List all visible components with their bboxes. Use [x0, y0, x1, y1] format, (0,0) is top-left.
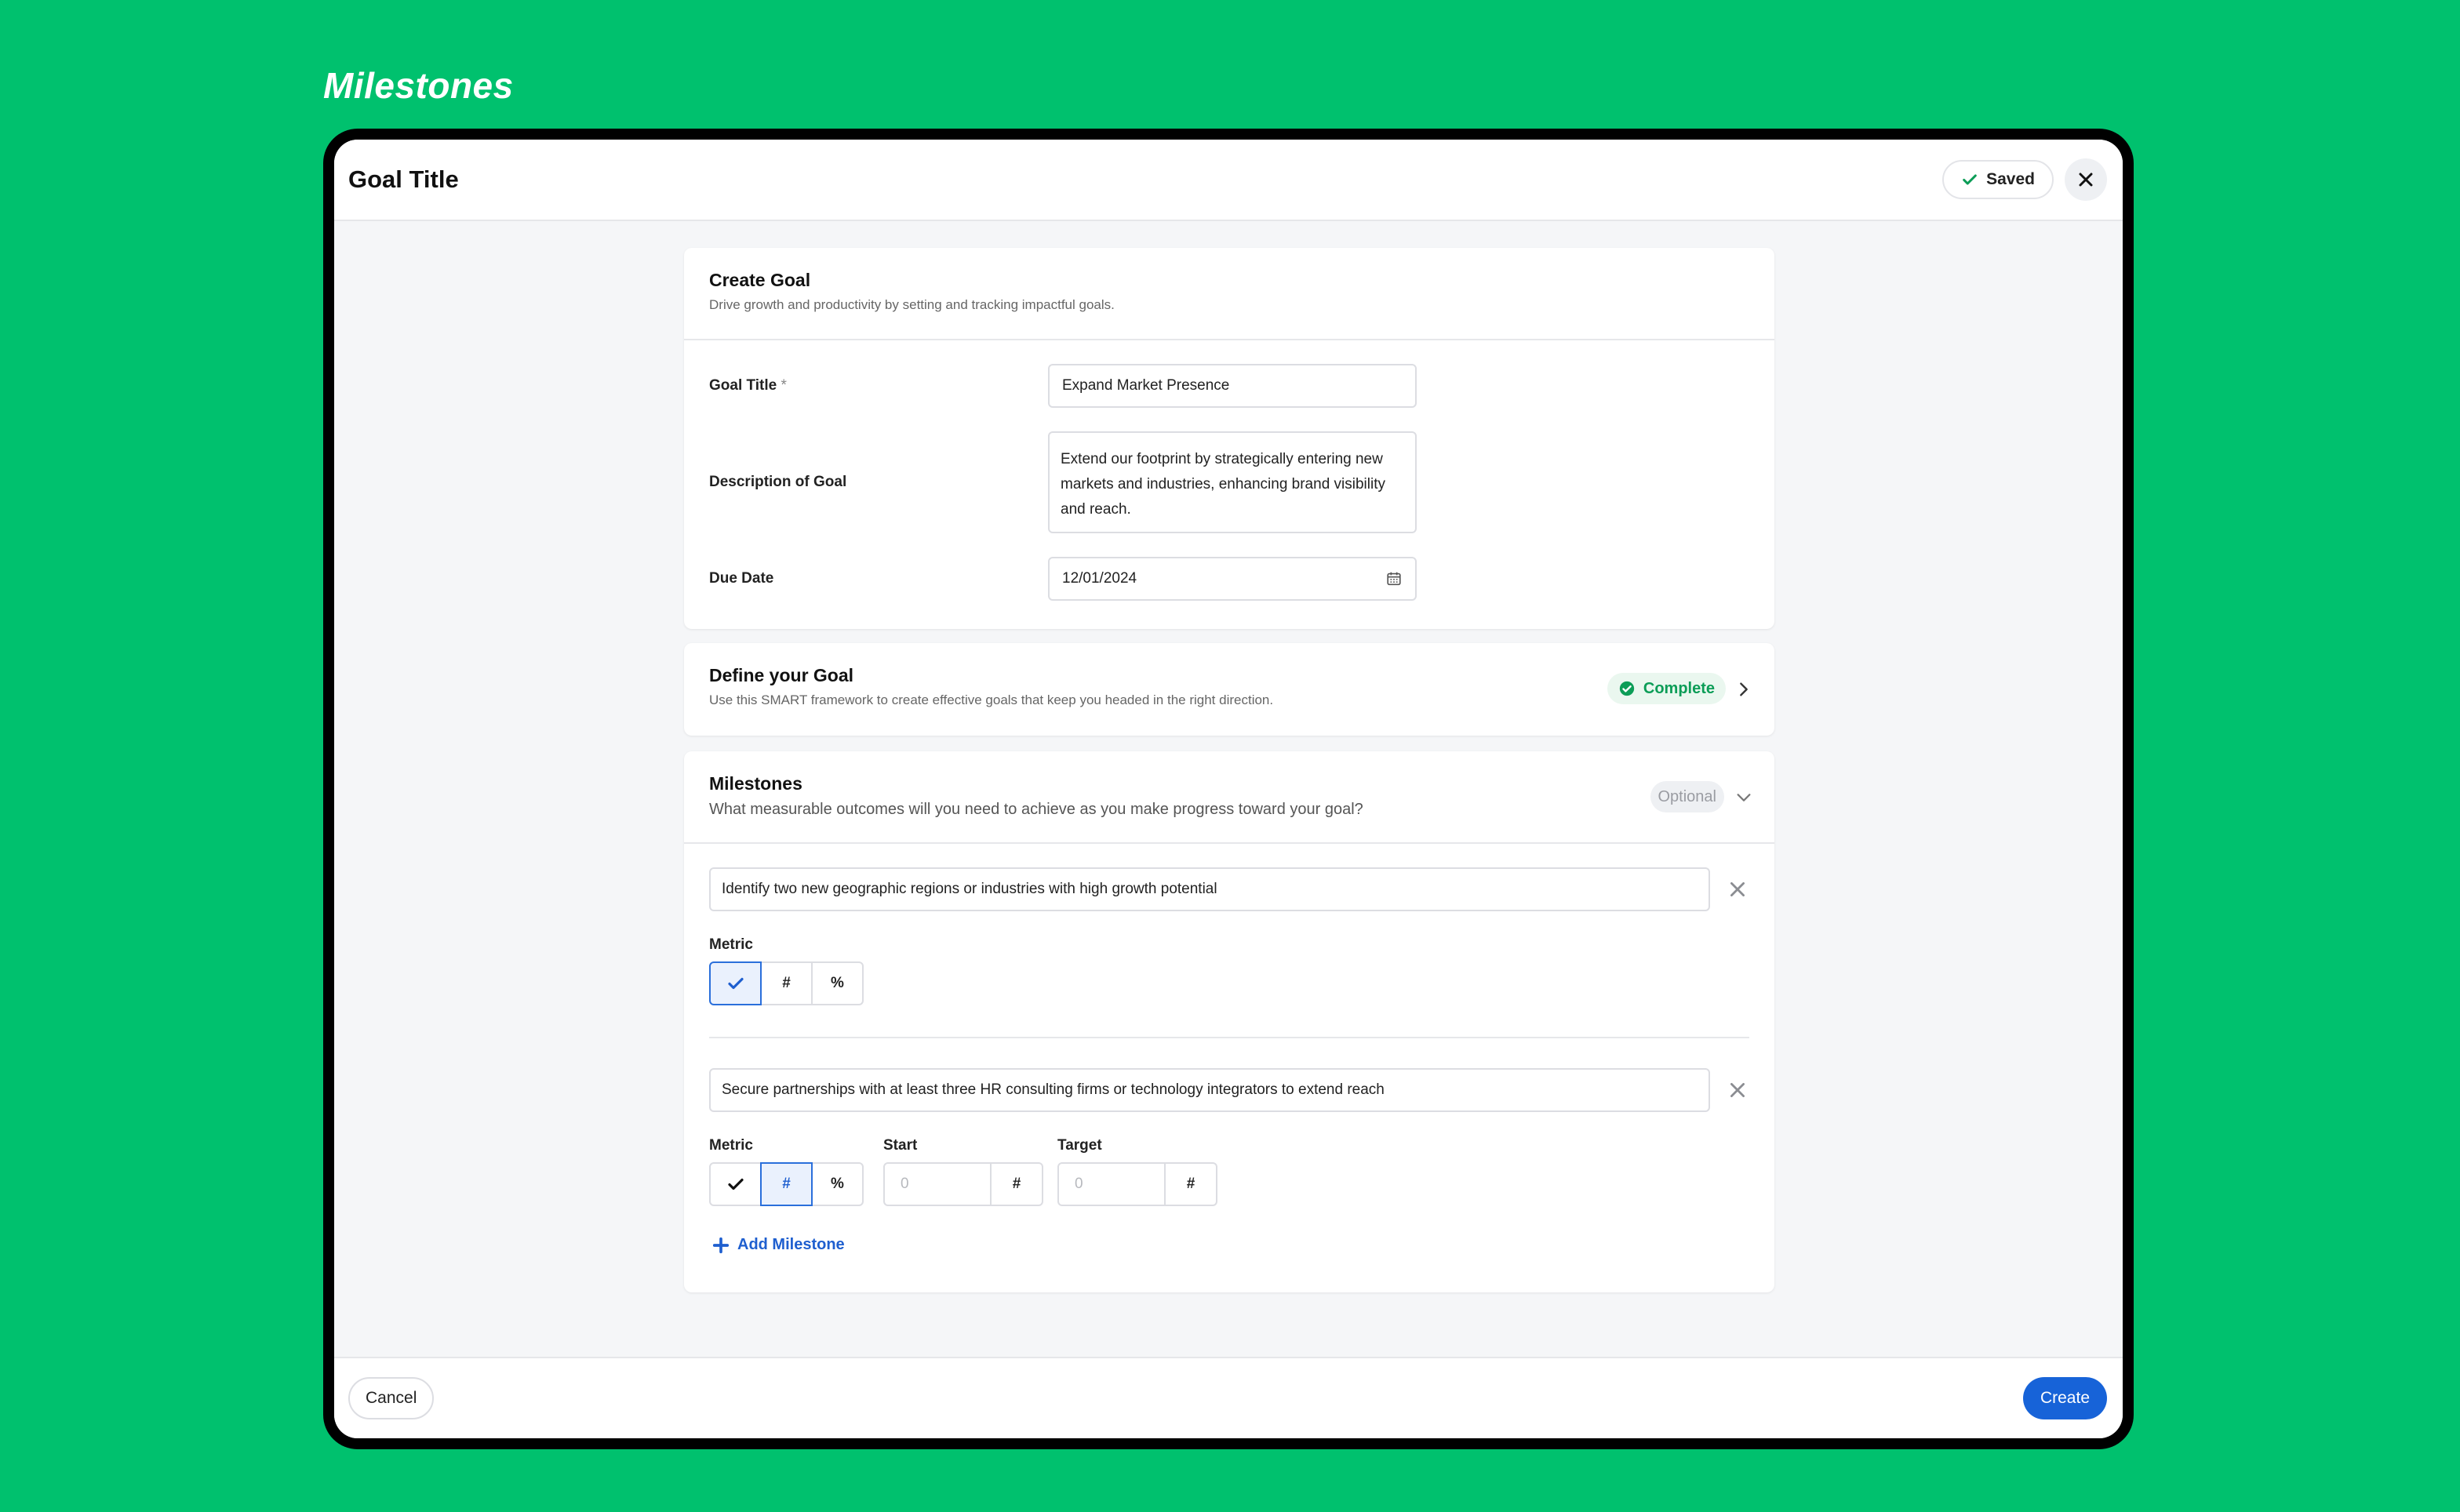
goal-title-label: Goal Title * — [709, 377, 1048, 394]
create-goal-subtitle: Drive growth and productivity by setting… — [709, 297, 1115, 312]
modal-header: Goal Title Saved — [334, 140, 2123, 221]
milestones-title: Milestones — [709, 773, 802, 794]
goal-title-label-text: Goal Title — [709, 377, 777, 394]
start-label: Start — [883, 1137, 918, 1154]
metric-number-option[interactable]: # — [760, 961, 813, 1005]
target-input[interactable]: 0 — [1057, 1162, 1166, 1206]
cancel-button[interactable]: Cancel — [348, 1377, 435, 1419]
define-goal-subtitle: Use this SMART framework to create effec… — [709, 692, 1274, 707]
calendar-icon[interactable] — [1385, 570, 1403, 587]
page-heading: Milestones — [323, 65, 514, 106]
close-button[interactable] — [2065, 158, 2107, 201]
milestone-2-metric-label: Metric — [709, 1137, 753, 1154]
add-milestone-label: Add Milestone — [737, 1236, 845, 1253]
define-goal-card[interactable]: Define your Goal Use this SMART framewor… — [684, 643, 1774, 736]
create-goal-card: Create Goal Drive growth and productivit… — [684, 248, 1774, 629]
milestone-2-input[interactable]: Secure partnerships with at least three … — [709, 1068, 1710, 1112]
milestone-1-metric-selector: # % — [709, 961, 864, 1005]
card-divider — [684, 339, 1774, 340]
due-date-label: Due Date — [709, 570, 774, 587]
target-label: Target — [1057, 1137, 1102, 1154]
goal-title-input[interactable]: Expand Market Presence — [1048, 364, 1417, 408]
description-label: Description of Goal — [709, 474, 847, 490]
target-field: 0 # — [1057, 1162, 1217, 1206]
target-unit: # — [1166, 1162, 1217, 1206]
due-date-input[interactable]: 12/01/2024 — [1048, 557, 1417, 601]
metric-number-option[interactable]: # — [760, 1162, 813, 1206]
milestone-divider — [709, 1037, 1749, 1038]
create-button[interactable]: Create — [2022, 1377, 2107, 1419]
start-unit: # — [992, 1162, 1043, 1206]
check-circle-icon — [1619, 681, 1635, 696]
metric-percent-option[interactable]: % — [811, 1162, 864, 1206]
header-actions: Saved — [1942, 158, 2107, 201]
modal-title: Goal Title — [348, 165, 459, 193]
milestone-1-metric-label: Metric — [709, 936, 753, 953]
define-goal-title: Define your Goal — [709, 665, 854, 685]
complete-status-badge: Complete — [1607, 673, 1726, 704]
milestone-2-metric-selector: # % — [709, 1162, 864, 1206]
milestones-subtitle: What measurable outcomes will you need t… — [709, 801, 1363, 818]
due-date-value: 12/01/2024 — [1062, 570, 1137, 587]
check-icon — [1963, 174, 1977, 185]
start-input[interactable]: 0 — [883, 1162, 992, 1206]
device-frame: Goal Title Saved Create Goal Drive growt… — [323, 129, 2134, 1449]
due-date-row: Due Date 12/01/2024 — [709, 557, 1749, 601]
checkmark-icon — [727, 977, 744, 990]
close-icon — [2079, 173, 2093, 187]
milestones-header: Milestones What measurable outcomes will… — [684, 751, 1774, 819]
goal-title-row: Goal Title * Expand Market Presence — [709, 364, 1749, 408]
metric-check-option[interactable] — [709, 1162, 762, 1206]
metric-check-option[interactable] — [709, 961, 762, 1005]
chevron-right-icon[interactable] — [1735, 681, 1752, 698]
close-icon[interactable] — [1727, 1080, 1748, 1100]
milestones-divider — [684, 842, 1774, 844]
saved-label: Saved — [1986, 170, 2035, 188]
saved-status-badge: Saved — [1942, 160, 2054, 199]
modal-body: Create Goal Drive growth and productivit… — [334, 221, 2123, 1357]
modal-footer: Cancel Create — [334, 1357, 2123, 1438]
checkmark-icon — [727, 1178, 744, 1190]
description-textarea[interactable]: Extend our footprint by strategically en… — [1048, 431, 1417, 533]
optional-badge: Optional — [1650, 781, 1724, 812]
required-mark: * — [781, 377, 787, 394]
close-icon[interactable] — [1727, 879, 1748, 900]
milestone-1-input[interactable]: Identify two new geographic regions or i… — [709, 867, 1710, 911]
modal-screen: Goal Title Saved Create Goal Drive growt… — [334, 140, 2123, 1438]
chevron-down-icon[interactable] — [1735, 789, 1752, 806]
complete-label: Complete — [1643, 679, 1715, 697]
milestones-card: Milestones What measurable outcomes will… — [684, 751, 1774, 1292]
add-milestone-button[interactable]: Add Milestone — [712, 1236, 845, 1254]
metric-percent-option[interactable]: % — [811, 961, 864, 1005]
create-goal-header: Create Goal Drive growth and productivit… — [684, 248, 1774, 313]
create-goal-title: Create Goal — [709, 270, 811, 290]
start-field: 0 # — [883, 1162, 1043, 1206]
plus-icon — [712, 1237, 730, 1253]
description-row: Description of Goal Extend our footprint… — [709, 431, 1749, 533]
